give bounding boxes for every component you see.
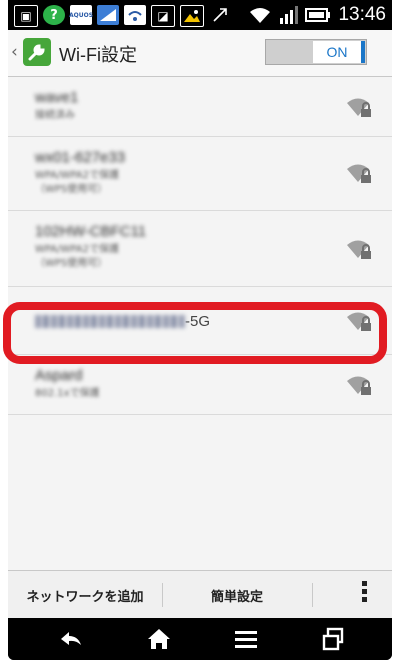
network-ssid: wave1 [35, 89, 79, 106]
ai-assistant-icon: ? [43, 5, 65, 25]
signal-app-icon [97, 5, 119, 25]
network-ssid: wx01-627e33 [35, 149, 126, 166]
highlight-5g-network [3, 302, 387, 364]
mountain-photo-icon [180, 5, 204, 27]
action-bar: ネットワークを追加 簡単設定 [8, 570, 392, 619]
wifi-lock-icon [347, 240, 371, 259]
overflow-menu-icon[interactable] [362, 581, 368, 605]
add-network-button[interactable]: ネットワークを追加 [8, 571, 162, 619]
wifi-lock-icon [347, 164, 371, 183]
network-security: WPA/WPA2で保護 [35, 170, 119, 181]
home-icon[interactable] [146, 626, 172, 652]
notification-icons: ▣ ? AQUOS ◪ [14, 5, 231, 27]
network-wps: （WPS使用可） [35, 258, 108, 269]
image-bell-icon: ◪ [151, 5, 175, 27]
network-wps: （WPS使用可） [35, 184, 108, 195]
network-ssid: 102HW-CBFC11 [35, 223, 147, 240]
network-security: WPA/WPA2で保護 [35, 244, 119, 255]
network-security: 802.1xで保護 [35, 388, 100, 399]
clock: 13:46 [338, 4, 386, 25]
wifi-lock-icon [347, 376, 371, 395]
menu-icon[interactable] [233, 626, 259, 652]
battery-icon [305, 8, 331, 22]
aquos-icon: AQUOS [69, 5, 93, 25]
recent-apps-icon[interactable] [320, 626, 346, 652]
wifi-toggle[interactable]: ON [265, 39, 367, 65]
network-item[interactable]: Aspard 802.1xで保護 [8, 355, 392, 415]
page-title: Wi-Fi設定 [59, 45, 137, 65]
picture-icon: ▣ [14, 5, 38, 27]
wifi-status-icon [250, 8, 271, 23]
cell-signal-icon [280, 6, 299, 24]
wifi-app-icon [124, 5, 146, 25]
navigation-bar [8, 618, 392, 660]
network-item[interactable]: 102HW-CBFC11 WPA/WPA2で保護 （WPS使用可） [8, 211, 392, 287]
easy-setup-button[interactable]: 簡単設定 [163, 571, 311, 619]
divider [312, 583, 313, 607]
settings-wrench-icon[interactable] [23, 38, 51, 66]
back-icon[interactable] [58, 626, 84, 652]
up-chevron-icon[interactable]: ‹ [11, 42, 18, 62]
app-bar: ‹ Wi-Fi設定 ON [8, 30, 392, 77]
status-bar: ▣ ? AQUOS ◪ 13:46 [8, 0, 392, 30]
network-item[interactable]: wx01-627e33 WPA/WPA2で保護 （WPS使用可） [8, 137, 392, 211]
network-list: wave1 接続済み wx01-627e33 WPA/WPA2で保護 （WPS使… [8, 77, 392, 415]
wifi-lock-icon [347, 98, 371, 117]
wifi-toggle-label: ON [313, 41, 365, 63]
network-ssid: Aspard [35, 367, 83, 384]
bluetooth-outline-icon [209, 5, 231, 25]
network-item[interactable]: wave1 接続済み [8, 77, 392, 137]
status-right: 13:46 [249, 4, 386, 26]
network-status: 接続済み [35, 110, 75, 121]
